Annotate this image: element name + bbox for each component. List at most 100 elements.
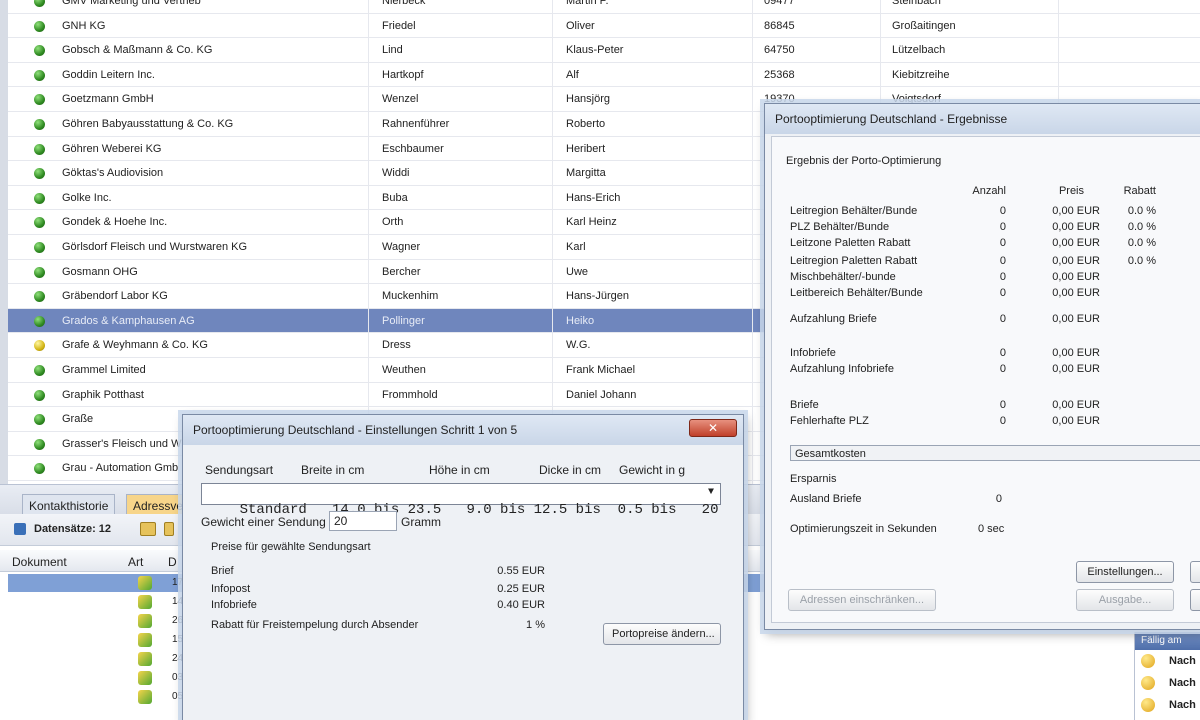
document-type-icon [138, 690, 152, 704]
status-icon [34, 389, 45, 401]
price-value: 0.25 EUR [497, 583, 545, 595]
table-row[interactable]: GNH KG Friedel Oliver 86845 Großaitingen [8, 14, 1200, 39]
time-label: Optimierungszeit in Sekunden [790, 523, 937, 535]
tab-adressverwaltung[interactable]: Adressve [126, 494, 184, 515]
result-discount: 0.0 % [1127, 255, 1156, 267]
folder-icon[interactable] [140, 522, 156, 536]
status-icon [34, 242, 45, 253]
cell-col3: Uwe [566, 265, 589, 278]
cell-col3: Hans-Erich [566, 191, 621, 204]
output-button[interactable]: Ausgabe... [1076, 589, 1174, 611]
cell-company: GMV Marketing und Vertrieb [62, 0, 201, 7]
close-button[interactable] [1190, 589, 1200, 611]
status-icon [34, 168, 45, 180]
time-value: 0 sec [978, 523, 1005, 535]
column-dokument[interactable]: Dokument [12, 555, 67, 569]
result-count: 0 [999, 221, 1006, 233]
cell-col2: Bercher [382, 265, 421, 278]
result-price: 0,00 EUR [1052, 271, 1100, 283]
cell-company: Graphik Potthast [62, 388, 144, 401]
price-label: Brief [211, 565, 234, 577]
close-icon[interactable]: ✕ [689, 419, 737, 437]
change-prices-button[interactable]: Portopreise ändern... [603, 623, 721, 645]
status-icon [34, 0, 45, 7]
result-label: Leitzone Paletten Rabatt [790, 237, 911, 249]
result-price: 0,00 EUR [1052, 205, 1100, 217]
result-discount: 0.0 % [1127, 237, 1156, 249]
cell-col2: Frommhold [382, 388, 438, 401]
weight-input[interactable]: 20 [329, 511, 397, 531]
result-price: 0,00 EUR [1052, 415, 1100, 427]
chevron-down-icon[interactable]: ▼ [708, 487, 714, 498]
cell-company: Graße [62, 413, 94, 426]
due-item-label: Nach [1169, 699, 1196, 711]
header-gewicht: Gewicht in g [619, 463, 686, 477]
cell-town: Kiebitzreihe [892, 68, 950, 81]
tab-kontakthistorie[interactable]: Kontakthistorie [22, 494, 116, 515]
filter-icon[interactable] [164, 522, 174, 536]
cell-company: Goddin Leitern Inc. [62, 68, 155, 81]
restrict-addresses-button[interactable]: Adressen einschränken... [788, 589, 936, 611]
status-icon [34, 438, 45, 450]
weight-unit: Gramm [401, 515, 441, 529]
status-icon [34, 143, 45, 155]
due-item[interactable]: Nach [1135, 694, 1200, 716]
status-icon [34, 69, 45, 81]
cell-col2: Dress [382, 339, 411, 352]
result-price: 0,00 EUR [1052, 347, 1100, 359]
task-icon [1141, 654, 1155, 668]
due-item[interactable]: Nach [1135, 672, 1200, 694]
status-icon [34, 45, 45, 57]
result-price: 0,00 EUR [1052, 255, 1100, 267]
cell-col3: Heiko [566, 314, 595, 327]
status-icon [34, 365, 45, 376]
document-type-icon [138, 671, 152, 685]
result-count: 0 [999, 271, 1006, 283]
result-price: 0,00 EUR [1052, 237, 1100, 249]
table-row[interactable]: Gobsch & Maßmann & Co. KG Lind Klaus-Peter… [8, 38, 1200, 63]
result-label: Fehlerhafte PLZ [790, 415, 869, 427]
column-divider [552, 0, 553, 484]
cell-col2: Pollinger [382, 314, 425, 327]
status-icon [34, 463, 45, 475]
column-d[interactable]: D [168, 555, 177, 569]
header-count: Anzahl [972, 185, 1006, 197]
cell-col3: Karl Heinz [566, 216, 617, 229]
due-panel-header: Fällig am [1135, 632, 1200, 650]
cell-col2: Weuthen [382, 364, 426, 376]
cell-company: Goetzmann GmbH [62, 93, 154, 106]
cell-company: Gosmann OHG [62, 265, 138, 278]
cell-col3: Alf [566, 68, 579, 81]
document-type-icon [138, 595, 152, 609]
cell-col2: Hartkopf [382, 68, 424, 81]
cell-col3: Hansjörg [566, 93, 611, 106]
price-value: 0.40 EUR [497, 599, 545, 611]
cell-company: Gobsch & Maßmann & Co. KG [62, 44, 213, 57]
cell-col3: Margitta [566, 167, 606, 180]
cell-company: Göhren Babyausstattung & Co. KG [62, 118, 234, 130]
column-art[interactable]: Art [128, 555, 143, 569]
cell-company: GNH KG [62, 19, 106, 32]
result-price: 0,00 EUR [1052, 313, 1100, 325]
cell-col3: Roberto [566, 118, 606, 130]
result-discount: 0.0 % [1127, 221, 1156, 233]
table-row[interactable]: GMV Marketing und Vertrieb Nierbeck Martin… [8, 0, 1200, 14]
settings-button[interactable]: Einstellungen... [1076, 561, 1174, 583]
abroad-label: Ausland Briefe [790, 493, 862, 505]
ok-button[interactable] [1190, 561, 1200, 583]
shipment-type-select[interactable]: Standard 14.0 bis 23.5 9.0 bis 12.5 bis … [201, 483, 721, 518]
document-type-icon [138, 652, 152, 666]
results-dialog-title: Portooptimierung Deutschland - Ergebniss… [765, 104, 1200, 134]
result-label: Leitregion Behälter/Bunde [790, 205, 918, 217]
result-count: 0 [999, 347, 1006, 359]
status-icon [34, 20, 45, 32]
table-row[interactable]: Goddin Leitern Inc. Hartkopf Alf 25368 Kiebi… [8, 63, 1200, 88]
result-count: 0 [999, 313, 1006, 325]
due-item[interactable]: Nach [1135, 650, 1200, 672]
cell-col2: Buba [382, 191, 408, 204]
result-count: 0 [999, 255, 1006, 267]
result-label: Aufzahlung Infobriefe [790, 363, 894, 375]
document-type-icon [138, 614, 152, 628]
cell-zip: 09477 [764, 0, 795, 7]
total-costs-bar: Gesamtkosten [790, 445, 1200, 461]
